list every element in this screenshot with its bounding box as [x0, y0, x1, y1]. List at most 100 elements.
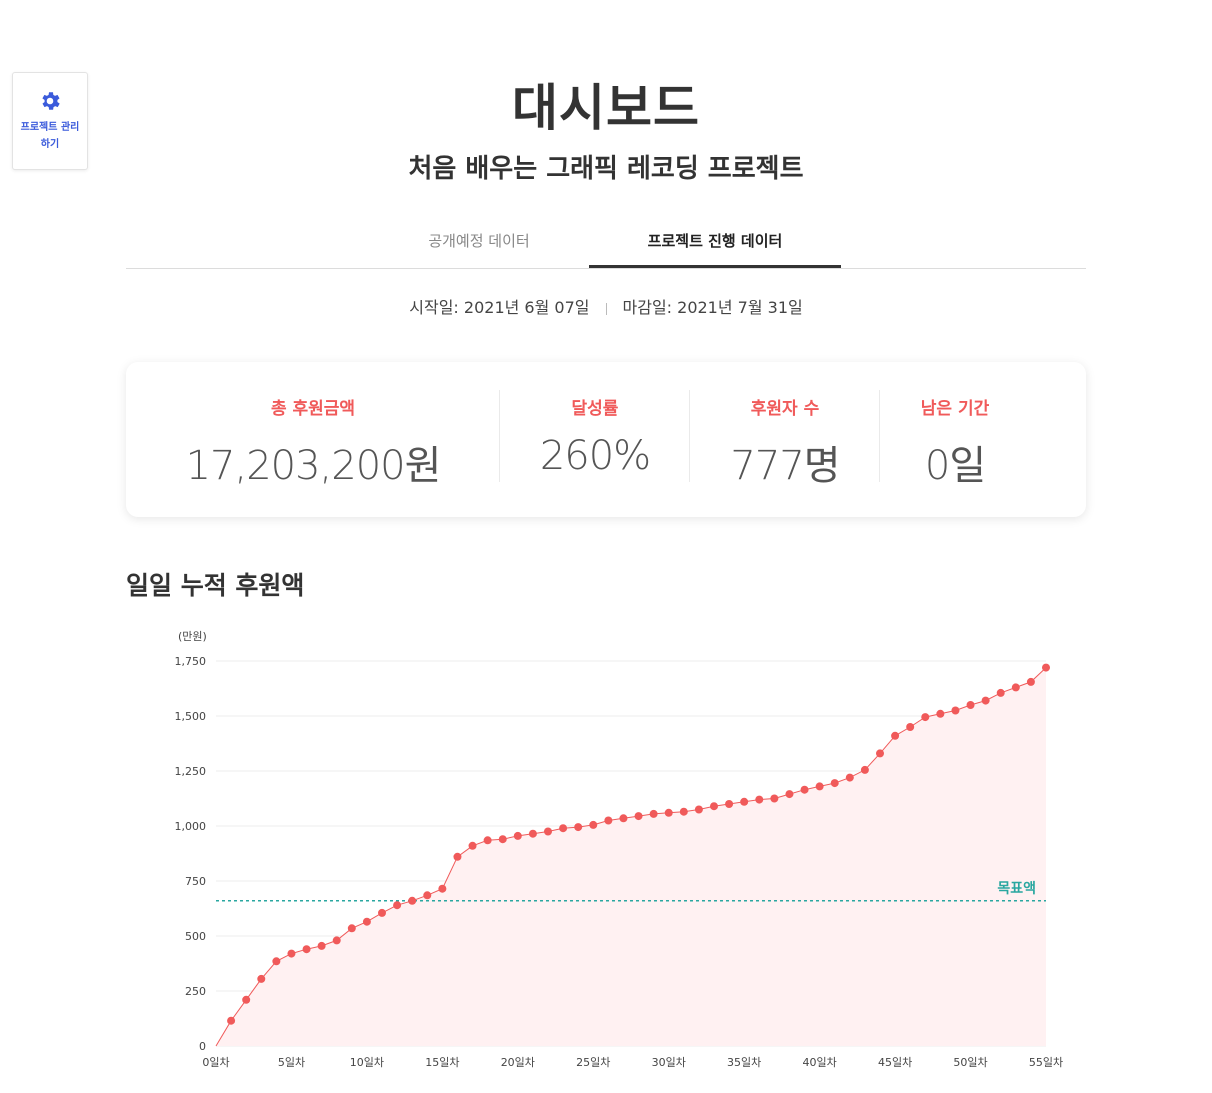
x-tick-label: 55일차 — [1029, 1055, 1063, 1069]
y-axis-unit-label: (만원) — [178, 630, 207, 643]
data-point — [347, 924, 356, 933]
stat-achievement-rate: 달성률 260% — [500, 362, 690, 517]
data-point — [513, 831, 522, 840]
y-tick-label: 750 — [185, 875, 206, 888]
x-tick-label: 40일차 — [803, 1055, 837, 1069]
tab-bar: 공개예정 데이터 프로젝트 진행 데이터 — [126, 214, 1086, 269]
x-tick-label: 0일차 — [202, 1055, 229, 1069]
data-point — [574, 823, 583, 832]
data-point — [981, 696, 990, 705]
data-point — [604, 816, 613, 825]
data-point — [302, 945, 311, 954]
data-point — [876, 749, 884, 758]
stat-value: 17,203,200원 — [185, 443, 442, 489]
project-title: 처음 배우는 그래픽 레코딩 프로젝트 — [408, 154, 804, 184]
x-tick-label: 50일차 — [953, 1055, 987, 1069]
data-point — [528, 829, 537, 838]
data-point — [393, 901, 402, 910]
data-point — [679, 807, 688, 816]
data-point — [921, 713, 930, 722]
data-point — [423, 891, 432, 900]
data-point — [664, 808, 673, 817]
stat-total-amount: 총 후원금액 17,203,200원 — [126, 362, 500, 517]
stat-value: 777명 — [730, 443, 840, 489]
y-tick-label: 1,500 — [175, 710, 207, 723]
x-tick-label: 25일차 — [576, 1055, 610, 1069]
data-point — [483, 836, 492, 845]
x-tick-label: 10일차 — [350, 1055, 384, 1069]
y-tick-label: 250 — [185, 985, 206, 998]
tab-upcoming-data[interactable]: 공개예정 데이터 — [353, 214, 605, 268]
y-tick-label: 1,000 — [175, 820, 207, 833]
data-point — [710, 802, 718, 811]
x-tick-label: 35일차 — [727, 1055, 761, 1069]
data-point — [1011, 683, 1020, 692]
data-point — [317, 941, 326, 950]
data-point — [966, 701, 975, 709]
data-point — [559, 824, 568, 833]
data-point — [468, 841, 477, 850]
data-point — [830, 779, 839, 788]
series-area — [216, 667, 1046, 1046]
project-dates: 시작일: 2021년 6월 07일 마감일: 2021년 7월 31일 — [0, 294, 1212, 318]
data-point — [242, 995, 251, 1004]
x-tick-label: 20일차 — [501, 1055, 535, 1069]
x-tick-label: 45일차 — [878, 1055, 912, 1069]
data-point — [362, 917, 371, 926]
data-point — [227, 1016, 236, 1025]
data-point — [694, 805, 703, 814]
data-point — [272, 957, 281, 966]
data-point — [498, 835, 507, 844]
y-tick-label: 500 — [185, 930, 206, 943]
stats-card: 총 후원금액 17,203,200원 달성률 260% 후원자 수 777명 남… — [126, 362, 1086, 517]
data-point — [544, 827, 552, 836]
data-point — [996, 688, 1005, 697]
y-tick-label: 0 — [199, 1040, 206, 1053]
chart-section-title: 일일 누적 후원액 — [126, 571, 305, 600]
data-point — [438, 884, 447, 893]
tab-progress-data[interactable]: 프로젝트 진행 데이터 — [589, 214, 841, 268]
data-point — [589, 820, 598, 829]
data-point — [453, 852, 462, 861]
date-separator — [605, 302, 607, 315]
data-point — [725, 800, 734, 808]
page-title: 대시보드 — [512, 79, 700, 137]
end-date: 마감일: 2021년 7월 31일 — [622, 298, 803, 317]
data-point — [906, 723, 915, 731]
data-point — [634, 812, 643, 821]
data-point — [936, 709, 945, 718]
start-date: 시작일: 2021년 6월 07일 — [409, 298, 590, 317]
x-tick-label: 5일차 — [278, 1055, 305, 1069]
x-tick-label: 15일차 — [425, 1055, 459, 1069]
stat-label: 달성률 — [571, 399, 619, 419]
data-point — [785, 790, 794, 799]
goal-label: 목표액 — [997, 880, 1036, 897]
stat-supporters: 후원자 수 777명 — [690, 362, 880, 517]
data-point — [951, 706, 960, 715]
stat-label: 남은 기간 — [920, 399, 990, 419]
data-point — [287, 949, 296, 958]
x-tick-label: 30일차 — [652, 1055, 686, 1069]
stat-value: 0일 — [924, 443, 986, 489]
data-point — [800, 785, 809, 794]
stat-label: 총 후원금액 — [270, 399, 356, 419]
stat-remaining-days: 남은 기간 0일 — [880, 362, 1030, 517]
data-point — [770, 794, 779, 803]
data-point — [408, 896, 417, 905]
data-point — [845, 773, 854, 782]
data-point — [1026, 677, 1035, 686]
data-point — [378, 908, 386, 917]
data-point — [332, 936, 341, 945]
cumulative-funding-chart: (만원) 0 250 500 750 1,000 1,250 1,500 1,750 0일차 5일차… — [175, 630, 1064, 1069]
data-point — [815, 782, 824, 791]
data-point — [619, 814, 628, 823]
data-point — [891, 731, 900, 740]
data-point — [755, 795, 764, 804]
data-point — [1042, 663, 1050, 672]
stat-value: 260% — [539, 433, 651, 479]
data-point — [257, 974, 266, 983]
dashboard-page: 프로젝트 관리하기 대시보드 처음 배우는 그래픽 레코딩 프로젝트 공개예정 … — [0, 0, 1212, 1093]
data-point — [649, 809, 658, 818]
y-tick-label: 1,250 — [175, 765, 207, 778]
y-tick-label: 1,750 — [175, 655, 207, 668]
